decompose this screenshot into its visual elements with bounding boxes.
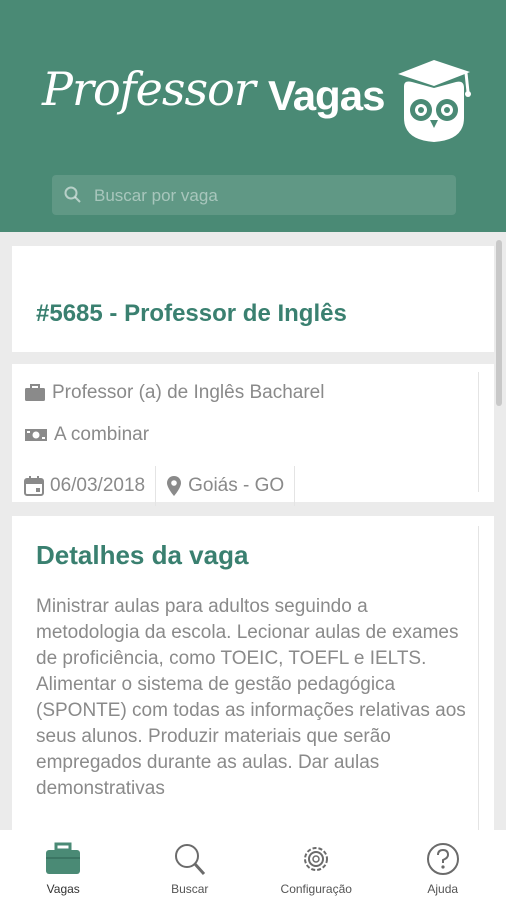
nav-label-vagas: Vagas — [46, 882, 80, 896]
header: Professor Vagas Buscar por vaga — [0, 0, 506, 232]
nav-item-configuracao[interactable]: Configuração — [253, 830, 380, 900]
nav-label-ajuda: Ajuda — [427, 882, 459, 896]
owl-mascot-icon — [398, 60, 471, 142]
briefcase-icon — [25, 384, 45, 401]
app-logo: Professor Vagas — [42, 52, 472, 144]
money-icon — [25, 429, 47, 441]
details-body: Ministrar aulas para adultos seguindo a … — [36, 596, 466, 799]
job-position-row: Professor (a) de Inglês Bacharel — [24, 382, 324, 404]
job-detail-content[interactable]: #5685 - Professor de Inglês Professor (a… — [0, 232, 506, 830]
nav-label-buscar: Buscar — [171, 882, 209, 896]
logo-script-text: Professor — [42, 62, 256, 116]
bottom-nav: Vagas Buscar Configuração Ajuda — [0, 830, 506, 900]
search-placeholder: Buscar por vaga — [94, 186, 218, 205]
location-pin-icon — [167, 476, 182, 496]
job-salary: A combinar — [54, 424, 150, 445]
nav-label-configuracao: Configuração — [280, 882, 352, 896]
location-divider — [294, 466, 296, 506]
logo-bold-text: Vagas — [268, 72, 385, 119]
job-salary-row: A combinar — [24, 424, 149, 446]
nav-item-vagas[interactable]: Vagas — [0, 830, 127, 900]
job-title-card: #5685 - Professor de Inglês — [12, 246, 494, 352]
search-icon — [64, 186, 81, 203]
briefcase-icon — [46, 842, 81, 874]
job-date-location-row: 06/03/2018 Goiás - GO — [24, 466, 305, 506]
help-icon — [426, 843, 459, 875]
details-card-divider — [478, 526, 479, 830]
job-location: Goiás - GO — [188, 475, 285, 496]
job-date: 06/03/2018 — [50, 475, 146, 496]
app-root: Professor Vagas Buscar por vaga #5685 - … — [0, 0, 506, 900]
nav-item-buscar[interactable]: Buscar — [127, 830, 254, 900]
job-details-card: Detalhes da vaga Ministrar aulas para ad… — [12, 516, 494, 830]
job-title: #5685 - Professor de Inglês — [36, 300, 347, 327]
info-card-divider — [478, 372, 479, 492]
search-input[interactable]: Buscar por vaga — [52, 175, 456, 215]
gear-icon — [304, 847, 329, 871]
scrollbar[interactable] — [496, 240, 502, 406]
search-icon — [174, 844, 205, 876]
date-location-divider — [155, 466, 157, 506]
calendar-icon — [24, 476, 44, 496]
details-heading: Detalhes da vaga — [36, 540, 249, 570]
job-position: Professor (a) de Inglês Bacharel — [52, 382, 325, 403]
nav-item-ajuda[interactable]: Ajuda — [380, 830, 506, 900]
